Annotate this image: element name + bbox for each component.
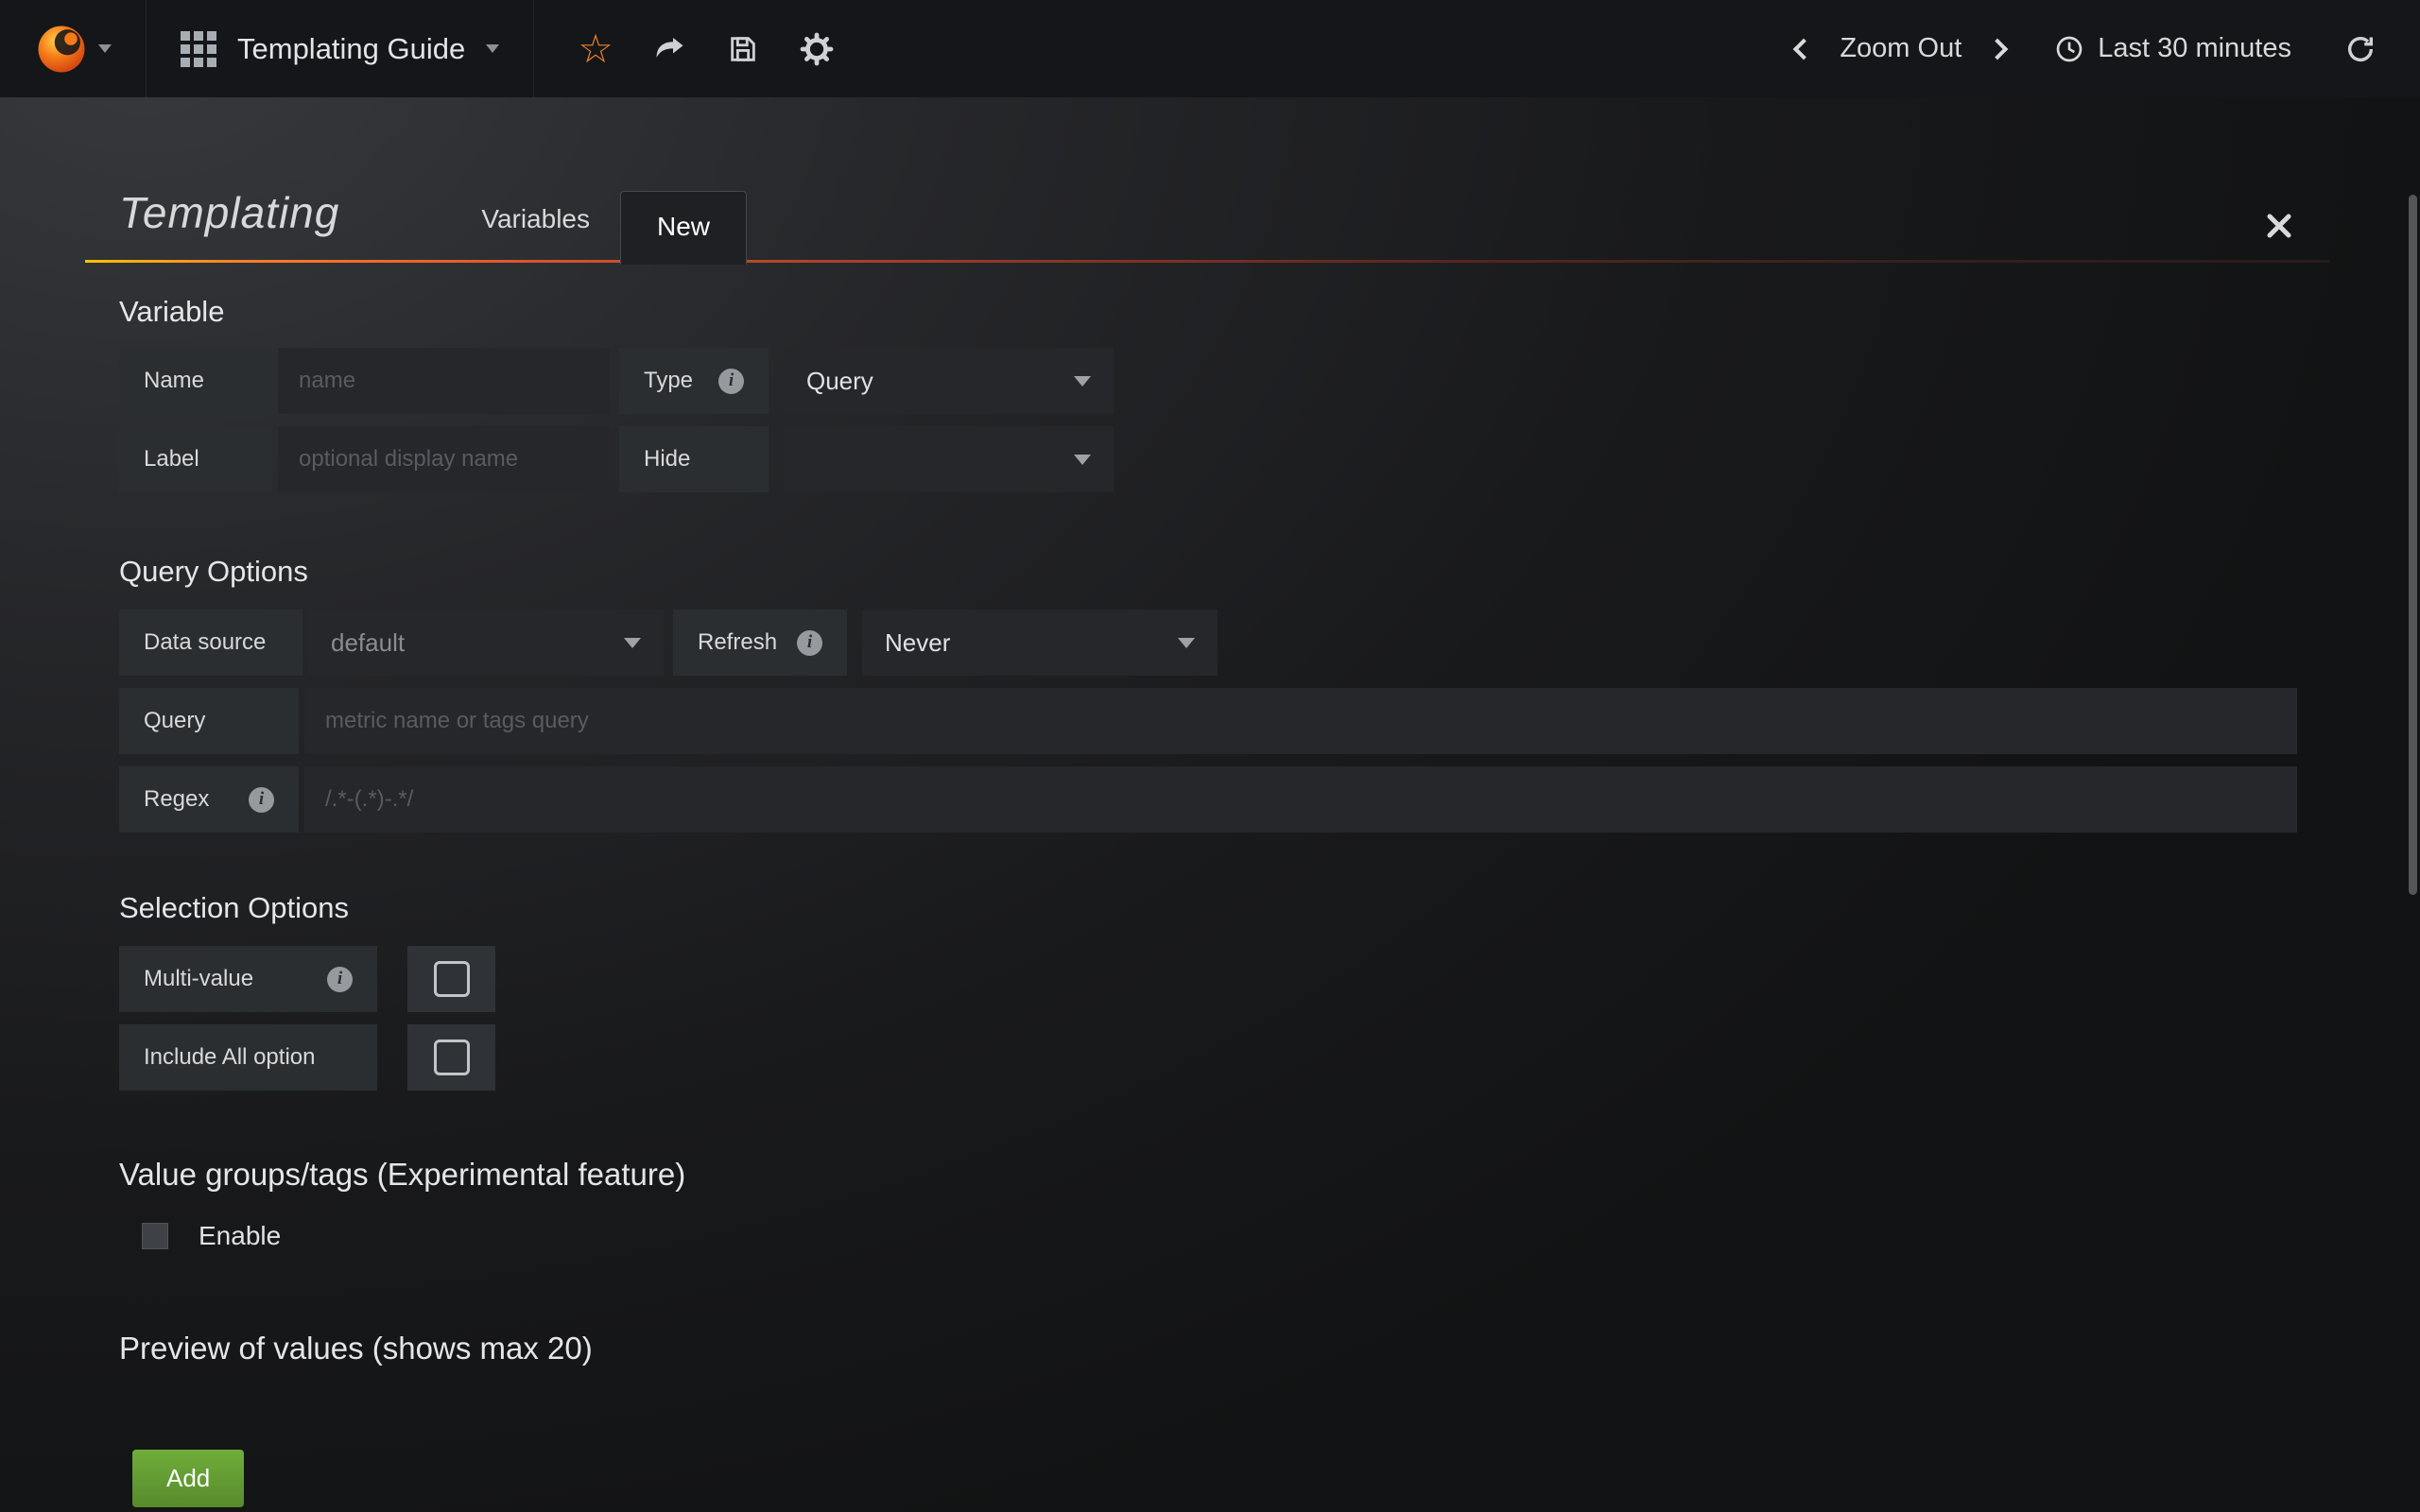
variable-name-row: Name Type i Query <box>119 348 2297 414</box>
tab-variables[interactable]: Variables <box>451 204 620 263</box>
type-select[interactable]: Query <box>784 348 1114 414</box>
refresh-info-icon[interactable]: i <box>797 630 822 656</box>
regex-row: Regex i <box>119 766 2297 833</box>
checkbox-square-icon <box>434 961 470 997</box>
enable-label[interactable]: Enable <box>199 1221 281 1251</box>
dashboards-grid-icon <box>181 31 216 67</box>
name-input[interactable] <box>278 348 610 414</box>
checkbox-square-icon <box>434 1040 470 1075</box>
grafana-logo-icon <box>34 22 89 77</box>
refresh-select-value: Never <box>885 628 950 658</box>
hide-label: Hide <box>619 426 769 492</box>
multi-value-checkbox[interactable] <box>407 946 495 1012</box>
include-all-row: Include All option <box>119 1024 2297 1091</box>
query-options-heading: Query Options <box>119 555 2297 589</box>
enable-row: Enable <box>142 1221 2297 1251</box>
chevron-left-icon[interactable] <box>1793 38 1815 60</box>
regex-label: Regex i <box>119 766 299 833</box>
datasource-select[interactable]: default <box>308 610 664 676</box>
include-all-checkbox[interactable] <box>407 1024 495 1091</box>
caret-down-icon <box>624 638 641 648</box>
value-groups-heading: Value groups/tags (Experimental feature) <box>119 1157 2297 1193</box>
caret-down-icon <box>1074 455 1091 465</box>
regex-label-text: Regex <box>144 786 209 813</box>
time-range-label: Last 30 minutes <box>2098 33 2291 64</box>
dashboard-title: Templating Guide <box>237 32 465 66</box>
selection-options-heading: Selection Options <box>119 891 2297 925</box>
chevron-right-icon[interactable] <box>1987 38 2009 60</box>
navbar-time-controls: Zoom Out Last 30 minutes <box>1796 0 2420 97</box>
save-icon[interactable] <box>727 33 759 65</box>
type-label: Type i <box>619 348 769 414</box>
multi-value-info-icon[interactable]: i <box>327 967 353 992</box>
top-navbar: Templating Guide ☆ Zoom Out <box>0 0 2420 97</box>
label-input[interactable] <box>278 426 610 492</box>
query-row: Query <box>119 688 2297 754</box>
refresh-icon[interactable] <box>2344 33 2377 65</box>
star-icon[interactable]: ☆ <box>578 29 614 69</box>
dashboard-body: Templating Variables New Variable Name T… <box>0 97 2420 1512</box>
preview-heading: Preview of values (shows max 20) <box>119 1331 2297 1366</box>
navbar-actions: ☆ <box>534 0 835 97</box>
grafana-menu-button[interactable] <box>0 0 147 97</box>
logo-caret-icon <box>98 44 112 53</box>
query-input[interactable] <box>304 688 2297 754</box>
settings-gear-icon[interactable] <box>799 31 835 67</box>
close-icon[interactable] <box>2265 212 2293 240</box>
variable-label-row: Label Hide <box>119 426 2297 492</box>
type-info-icon[interactable]: i <box>718 369 744 394</box>
datasource-select-value: default <box>331 628 405 658</box>
name-label: Name <box>119 348 272 414</box>
tab-new[interactable]: New <box>620 191 747 265</box>
label-label: Label <box>119 426 272 492</box>
include-all-label: Include All option <box>119 1024 377 1091</box>
datasource-label: Data source <box>119 610 302 676</box>
query-label: Query <box>119 688 299 754</box>
datasource-row: Data source default Refresh i Never <box>119 610 2297 676</box>
scrollbar-thumb[interactable] <box>2409 195 2417 895</box>
templating-header: Templating Variables New <box>119 97 2297 263</box>
multi-value-row: Multi-value i <box>119 946 2297 1012</box>
clock-icon <box>2054 34 2084 64</box>
regex-info-icon[interactable]: i <box>249 787 274 813</box>
variable-section-heading: Variable <box>119 295 2297 329</box>
add-button[interactable]: Add <box>132 1450 244 1507</box>
title-caret-icon <box>486 44 499 53</box>
share-icon[interactable] <box>653 32 687 66</box>
zoom-out-button[interactable]: Zoom Out <box>1840 33 1962 64</box>
dashboard-title-menu[interactable]: Templating Guide <box>147 0 534 97</box>
hide-select[interactable] <box>784 426 1114 492</box>
regex-input[interactable] <box>304 766 2297 833</box>
refresh-label-text: Refresh <box>698 629 777 656</box>
refresh-select[interactable]: Never <box>862 610 1218 676</box>
enable-checkbox[interactable] <box>142 1223 168 1249</box>
caret-down-icon <box>1178 638 1195 648</box>
type-label-text: Type <box>644 368 693 394</box>
multi-value-label: Multi-value i <box>119 946 377 1012</box>
refresh-label: Refresh i <box>673 610 847 676</box>
multi-value-label-text: Multi-value <box>144 966 253 992</box>
caret-down-icon <box>1074 376 1091 387</box>
tab-bar: Variables New <box>451 191 747 263</box>
type-select-value: Query <box>806 367 873 396</box>
time-range-picker[interactable]: Last 30 minutes <box>2054 33 2291 64</box>
page-title: Templating <box>119 187 339 263</box>
